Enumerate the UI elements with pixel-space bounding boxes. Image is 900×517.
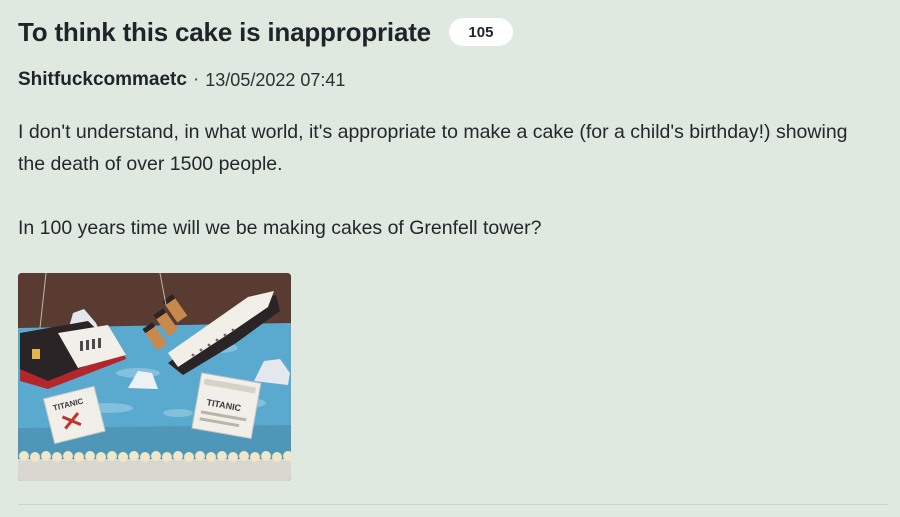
title-row: To think this cake is inappropriate 105 — [18, 14, 513, 50]
body-paragraph: In 100 years time will we be making cake… — [18, 217, 542, 239]
post-image[interactable]: TITANIC TITANIC — [18, 273, 291, 481]
post-body: I don't understand, in what world, it's … — [18, 116, 868, 244]
titanic-cake-photo: TITANIC TITANIC — [18, 273, 291, 481]
post-divider — [18, 504, 888, 505]
thread-post: To think this cake is inappropriate 105 … — [18, 0, 888, 517]
post-meta: Shitfuckcommaetc · 13/05/2022 07:41 — [18, 66, 345, 94]
post-timestamp: 13/05/2022 07:41 — [205, 70, 346, 90]
meta-separator: · — [192, 69, 200, 90]
thread-title[interactable]: To think this cake is inappropriate — [18, 14, 431, 50]
body-paragraph: I don't understand, in what world, it's … — [18, 121, 848, 175]
reply-count-badge[interactable]: 105 — [448, 18, 513, 46]
author-name[interactable]: Shitfuckcommaetc — [18, 66, 187, 94]
